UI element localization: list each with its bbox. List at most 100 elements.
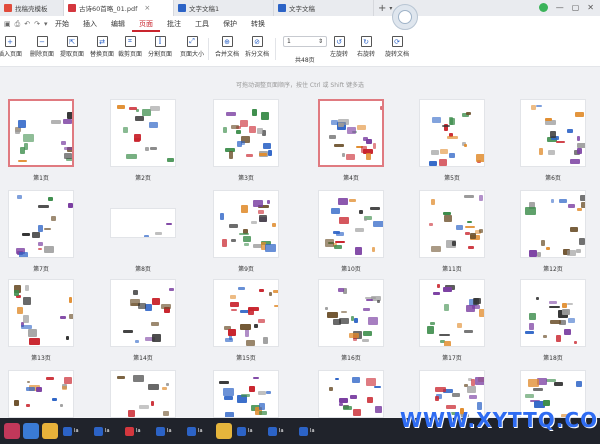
toolbar-button-6[interactable]: ⤢ 页面大小 [180,36,204,58]
taskbar-item[interactable]: Ia [123,423,151,439]
page-thumbnail[interactable] [110,99,176,167]
page-thumbnail[interactable] [318,190,384,258]
illustration-mark [117,375,126,379]
new-tab-button[interactable]: + [378,3,386,14]
illustration-mark [367,396,373,404]
page-thumbnail[interactable] [318,279,384,347]
tab-menu-icon[interactable]: ▾ [389,5,392,12]
illustration-mark [154,232,162,236]
page-thumbnail[interactable] [419,99,485,167]
illustration-mark [337,197,348,206]
illustration-mark [162,386,167,390]
maximize-button[interactable]: ▢ [572,3,580,12]
page-thumbnail[interactable] [110,370,176,418]
page-thumbnail[interactable] [8,370,74,418]
toolbar-button-1[interactable]: − 删除页面 [30,36,54,58]
illustration-mark [528,250,538,257]
print-icon[interactable]: ⎙ [15,20,21,29]
illustration-mark [248,126,257,133]
close-icon[interactable]: × [144,4,150,12]
stepper-icon[interactable]: ⇕ [318,38,323,45]
page-thumbnail[interactable] [213,99,279,167]
save-icon[interactable]: ▣ [4,20,11,29]
page-thumbnail[interactable] [110,208,176,238]
toolbar-button-5[interactable]: ⫿ 分割页面 [148,36,172,58]
taskbar-label: Ia [105,428,110,434]
tab[interactable]: 文字文稿1 [174,0,274,16]
illustration-mark [429,321,436,326]
taskbar-item[interactable]: Ia [185,423,213,439]
illustration-mark [250,221,258,225]
tab-label: 古诗60首略_01.pdf [79,5,138,13]
menu-bar: ▣ ⎙ ↶ ↷ ▾ 开始 插入 编辑 页面 批注 工具 保护 转换 [0,16,600,32]
more-icon[interactable]: ▾ [44,20,48,29]
undo-icon[interactable]: ↶ [24,20,30,29]
toolbar-button-label: 提取页面 [60,51,85,58]
minimize-button[interactable]: — [556,3,564,12]
illustration-mark [236,129,241,135]
page-number-input[interactable]: 1 ⇕ [283,36,327,47]
illustration-mark [550,320,562,325]
toolbar-button-3[interactable]: ⇄ 替换页面 [90,36,114,58]
page-thumbnail[interactable] [419,190,485,258]
taskbar-item[interactable]: Ia [154,423,182,439]
menu-item-7[interactable]: 转换 [244,16,272,32]
menu-item-0[interactable]: 开始 [48,16,76,32]
illustration-mark [550,130,557,139]
taskbar-item[interactable]: Ia [266,423,294,439]
page-number-label: 第17页 [442,355,462,362]
illustration-mark [26,386,36,391]
illustration-mark [443,215,453,222]
page-thumbnail[interactable] [520,279,586,347]
tab[interactable]: 古诗60首略_01.pdf × [64,0,174,16]
close-window-button[interactable]: ✕ [587,3,594,12]
page-thumbnail[interactable] [8,279,74,347]
illustration-mark [341,310,347,313]
illustration-mark [535,104,542,108]
toolbar-button-11[interactable]: ⟳ 旋转文档 [385,36,409,58]
page-thumbnail[interactable] [213,190,279,258]
menu-item-1[interactable]: 插入 [76,16,104,32]
taskbar-item[interactable]: Ia [235,423,263,439]
page-thumbnail[interactable] [520,190,586,258]
toolbar-button-9[interactable]: ↺ 左旋转 [330,36,348,58]
browser-icon[interactable] [23,423,39,439]
toolbar-button-8[interactable]: ⊘ 拆分文档 [245,36,269,58]
page-thumbnail[interactable] [213,279,279,347]
toolbar-button-2[interactable]: ⇱ 提取页面 [60,36,84,58]
tab[interactable]: 找稿壳模板 [0,0,64,16]
taskbar-item[interactable]: Ia [92,423,120,439]
page-thumbnail[interactable] [8,190,74,258]
taskbar-item[interactable]: Ia [61,423,89,439]
chrome-icon[interactable] [42,423,58,439]
illustration-mark [576,381,583,387]
toolbar-button-10[interactable]: ↻ 右旋转 [357,36,375,58]
illustration-mark [150,147,158,150]
illustration-mark [166,382,170,387]
page-thumbnail[interactable] [318,99,384,167]
page-thumbnail[interactable] [8,99,74,167]
taskbar-item[interactable]: Ia [297,423,325,439]
user-avatar[interactable] [392,4,418,30]
menu-item-2[interactable]: 编辑 [104,16,132,32]
menu-item-5[interactable]: 工具 [188,16,216,32]
illustration-mark [135,116,145,122]
page-tool-icon: ⫿ [154,36,166,47]
menu-item-4[interactable]: 批注 [160,16,188,32]
illustration-mark [14,399,19,407]
toolbar-button-4[interactable]: ⌗ 裁剪页面 [118,36,142,58]
page-thumbnail[interactable] [419,279,485,347]
menu-item-3[interactable]: 页面 [132,16,160,32]
page-thumbnail[interactable] [110,279,176,347]
app-icon[interactable] [4,423,20,439]
illustration-mark [579,238,585,245]
page-thumbnail[interactable] [520,99,586,167]
toolbar-button-0[interactable]: + 插入页面 [0,36,22,58]
redo-icon[interactable]: ↷ [34,20,40,29]
menu-item-6[interactable]: 保护 [216,16,244,32]
toolbar-button-7[interactable]: ⊕ 合并文档 [215,36,239,58]
tab[interactable]: 文字文稿 [274,0,374,16]
page-thumbnail[interactable] [318,370,384,418]
folder-icon[interactable] [216,423,232,439]
page-thumbnail[interactable] [213,370,279,418]
